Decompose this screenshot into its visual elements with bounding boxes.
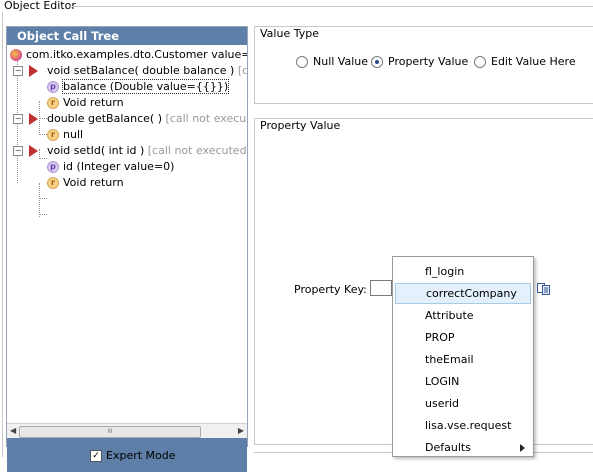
editor-title-row: Object Editor xyxy=(0,0,593,12)
radio-property-value[interactable]: Property Value xyxy=(371,55,468,68)
dropdown-item-label: Defaults xyxy=(425,441,471,454)
radio-edit-icon[interactable] xyxy=(474,56,486,68)
dropdown-item[interactable]: fl_login xyxy=(395,261,531,282)
dropdown-item[interactable]: userid xyxy=(395,393,531,414)
tree-connector xyxy=(39,183,40,217)
return-icon: r xyxy=(47,97,59,109)
tree-connector xyxy=(39,134,47,135)
tree-node-label: Void return xyxy=(63,96,124,109)
parameter-icon: p xyxy=(47,81,59,93)
title-divider xyxy=(70,6,593,7)
return-icon: r xyxy=(47,129,59,141)
editor-frame-border xyxy=(2,12,3,457)
scroll-right-icon[interactable]: ▶ xyxy=(238,426,244,435)
value-type-label: Value Type xyxy=(260,27,319,40)
tree-connector xyxy=(39,198,47,199)
tree-connector xyxy=(39,158,47,159)
tree-node-label: com.itko.examples.dto.Customer value=nul… xyxy=(26,48,247,61)
tree-node-label: double getBalance( ) xyxy=(47,112,163,125)
radio-label: Null Value xyxy=(313,55,369,68)
dropdown-item-submenu[interactable]: Defaults xyxy=(395,437,531,458)
collapse-icon[interactable]: − xyxy=(13,114,23,124)
tree-connector xyxy=(39,214,47,215)
dropdown-item[interactable]: lisa.vse.request xyxy=(395,415,531,436)
return-icon: r xyxy=(47,177,59,189)
browse-properties-icon[interactable] xyxy=(537,283,551,295)
parameter-icon: p xyxy=(47,161,59,173)
expert-mode-checkbox[interactable]: ✓ Expert Mode xyxy=(90,449,176,462)
dropdown-item[interactable]: theEmail xyxy=(395,349,531,370)
root-object-icon xyxy=(10,49,22,61)
radio-property-icon[interactable] xyxy=(371,56,383,68)
tree-node-label: id (Integer value=0) xyxy=(63,160,175,173)
tree-node-label: void setId( int id ) xyxy=(47,144,145,157)
dropdown-item[interactable]: PROP xyxy=(395,327,531,348)
tree-area: com.itko.examples.dto.Customer value=nul… xyxy=(7,45,247,423)
editor-title: Object Editor xyxy=(4,0,79,12)
tree-node-label: Void return xyxy=(63,176,124,189)
tree-node-note: [call not executed...] xyxy=(147,144,247,157)
collapse-icon[interactable]: − xyxy=(13,66,23,76)
radio-label: Property Value xyxy=(388,55,469,68)
radio-label: Edit Value Here xyxy=(491,55,576,68)
dropdown-item[interactable]: LOGIN xyxy=(395,371,531,392)
property-key-label: Property Key: xyxy=(294,283,367,296)
tree-node-return[interactable]: r null xyxy=(47,127,83,143)
radio-null-value[interactable]: Null Value xyxy=(296,55,368,68)
tree-node-label: balance (Double value={{}}) xyxy=(61,79,230,94)
tree-node-return[interactable]: r Void return xyxy=(47,175,124,191)
object-call-tree-panel: Object Call Tree com.itko.examples.dto.C… xyxy=(6,26,248,472)
tree-horizontal-scrollbar[interactable]: ◀ III ▶ xyxy=(7,423,247,439)
tree-header: Object Call Tree xyxy=(7,27,247,45)
method-icon xyxy=(29,145,38,157)
tree-node-parameter[interactable]: p balance (Double value={{}}) xyxy=(47,79,230,95)
radio-null-icon[interactable] xyxy=(296,56,308,68)
dropdown-item[interactable]: Attribute xyxy=(395,305,531,326)
dropdown-item-selected[interactable]: correctCompany xyxy=(395,283,531,304)
scroll-left-icon[interactable]: ◀ xyxy=(10,426,16,435)
method-icon xyxy=(29,113,38,125)
checkbox-checked-icon[interactable]: ✓ xyxy=(90,450,102,462)
method-icon xyxy=(29,65,38,77)
submenu-arrow-icon xyxy=(520,444,525,452)
tree-node-label: void setBalance( double balance ) xyxy=(47,64,235,77)
tree-node-note: [call not xyxy=(237,64,247,77)
tree-root-node[interactable]: com.itko.examples.dto.Customer value=nul… xyxy=(10,47,247,63)
property-key-dropdown[interactable]: fl_login correctCompany Attribute PROP t… xyxy=(392,256,534,457)
expert-mode-label: Expert Mode xyxy=(106,449,176,462)
tree-footer: ✓ Expert Mode xyxy=(7,438,247,472)
scroll-thumb[interactable]: III xyxy=(19,426,201,438)
tree-node-parameter[interactable]: p id (Integer value=0) xyxy=(47,159,174,175)
tree-node-note: [call not executed... xyxy=(165,112,247,125)
property-key-input[interactable] xyxy=(370,280,392,296)
collapse-icon[interactable]: − xyxy=(13,146,23,156)
tree-node-label: null xyxy=(63,128,84,141)
tree-node-return[interactable]: r Void return xyxy=(47,95,124,111)
property-value-label: Property Value xyxy=(260,119,341,132)
tree-connector xyxy=(39,118,47,119)
radio-edit-value-here[interactable]: Edit Value Here xyxy=(474,55,576,68)
